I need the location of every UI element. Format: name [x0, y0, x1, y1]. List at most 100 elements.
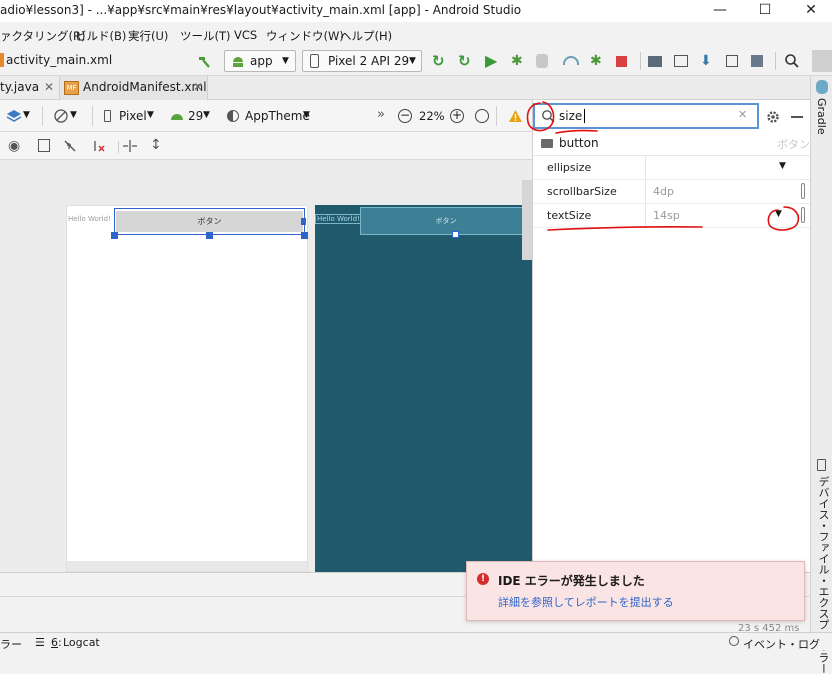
attributes-panel: size ✕ button ボタン ellipsize ▼ scrollbarS… [532, 100, 811, 572]
zoom-out-icon[interactable]: − [398, 109, 412, 123]
stop-icon[interactable] [616, 56, 627, 67]
pack-horizontal-icon[interactable] [122, 139, 138, 153]
attr-row-ellipsize[interactable]: ellipsize ▼ [533, 156, 811, 180]
logcat-number: 6 [51, 636, 58, 649]
menu-help[interactable]: ヘルプ(H) [340, 28, 392, 44]
warning-icon[interactable] [508, 109, 523, 123]
align-vertical-icon[interactable]: ↕ [150, 137, 162, 153]
hello-world-text[interactable]: Hello World! [68, 215, 111, 223]
attr-value-field[interactable]: 4dp [645, 180, 773, 203]
chevron-down-icon: ▼ [147, 110, 154, 120]
attr-value-field[interactable] [645, 156, 773, 179]
resize-handle[interactable] [301, 232, 308, 239]
report-link[interactable]: 詳細を参照してレポートを提出する [498, 594, 674, 610]
menu-tools[interactable]: ツール(T) [180, 28, 231, 44]
error-notification[interactable]: ! IDE エラーが発生しました 詳細を参照してレポートを提出する [466, 561, 805, 621]
hammer-icon[interactable] [196, 53, 212, 69]
autoconnect-off-icon[interactable] [63, 139, 77, 153]
clear-constraints-icon[interactable] [92, 139, 106, 153]
device-selector[interactable]: Pixel [119, 109, 147, 123]
close-tab-icon[interactable]: ✕ [44, 76, 54, 99]
blueprint-button[interactable]: ボタン [360, 207, 532, 235]
attach-debugger-icon[interactable]: ✱ [590, 53, 606, 69]
attr-name: ellipsize [547, 161, 592, 174]
run-icon[interactable]: ▶ [485, 53, 501, 69]
debug-icon[interactable]: ✱ [511, 53, 527, 69]
zoom-in-icon[interactable]: + [450, 109, 464, 123]
menu-vcs[interactable]: VCS [234, 28, 257, 42]
user-avatar[interactable] [812, 50, 832, 72]
manifest-file-icon: MF [64, 81, 79, 95]
run-config-combo[interactable]: app ▼ [224, 50, 296, 72]
logcat-tab[interactable]: Logcat [63, 636, 100, 649]
clear-search-icon[interactable]: ✕ [738, 108, 747, 121]
resize-handle[interactable] [206, 232, 213, 239]
minimize-button[interactable]: — [705, 0, 735, 22]
layers-icon[interactable] [6, 109, 22, 123]
apply-changes-icon[interactable]: ↻ [432, 53, 448, 69]
constraint-anchor[interactable] [301, 218, 306, 225]
resize-handle[interactable] [111, 232, 118, 239]
overflow-button[interactable]: » [377, 107, 385, 122]
list-icon: ☰ [35, 636, 45, 649]
close-tab-icon[interactable]: ✕ [193, 76, 203, 99]
selected-button[interactable]: ボタン [111, 208, 308, 239]
toolbar-divider [118, 141, 119, 153]
theme-icon [227, 110, 239, 122]
chevron-down-icon: ▼ [282, 56, 289, 66]
close-button[interactable]: ✕ [796, 0, 826, 22]
editor-tabs: ty.java ✕ MF AndroidManifest.xml ✕ [0, 76, 832, 100]
canvas-scrollbar[interactable] [522, 180, 532, 260]
design-surface[interactable]: Hello World! ボタン [66, 205, 308, 572]
blueprint-hello-world[interactable]: Hello World! [315, 214, 362, 224]
chevron-down-icon[interactable]: ▼ [775, 209, 782, 219]
chevron-down-icon: ▼ [70, 110, 77, 120]
maximize-button[interactable]: ☐ [750, 0, 780, 22]
tab-androidmanifest[interactable]: MF AndroidManifest.xml ✕ [60, 76, 208, 100]
project-structure-icon[interactable] [751, 55, 763, 67]
theme-selector[interactable]: AppTheme [245, 109, 310, 123]
breadcrumb-file[interactable]: activity_main.xml [6, 53, 112, 67]
minimize-panel-icon[interactable] [791, 116, 803, 118]
zoom-fit-icon[interactable] [475, 109, 489, 123]
tab-mainactivity-java[interactable]: ty.java ✕ [0, 76, 60, 100]
margin-icon[interactable] [38, 139, 50, 152]
toolbar-divider [640, 52, 641, 70]
resource-picker-icon[interactable] [801, 183, 805, 199]
resize-handle[interactable] [452, 231, 459, 238]
device-manager-icon[interactable] [726, 55, 738, 67]
api-level-selector[interactable]: 29 [188, 109, 203, 123]
attr-row-textsize[interactable]: textSize 14sp ▼ [533, 204, 811, 228]
android-api-icon [171, 114, 183, 120]
gear-icon[interactable] [766, 110, 780, 124]
search-icon[interactable] [784, 53, 800, 69]
window-title: adio¥lesson3] - ...¥app¥src¥main¥res¥lay… [0, 3, 522, 17]
blueprint-surface[interactable]: Hello World! ボタン [315, 205, 532, 572]
gradle-tab[interactable]: Gradle [815, 98, 828, 135]
eye-icon[interactable]: ◉ [8, 138, 20, 154]
menu-window[interactable]: ウィンドウ(W) [266, 28, 344, 44]
toolbar-divider [42, 106, 43, 126]
device-combo[interactable]: Pixel 2 API 29 ▼ [302, 50, 422, 72]
attributes-search-field[interactable]: size ✕ [533, 103, 759, 129]
orientation-icon[interactable] [53, 108, 69, 124]
attr-name: textSize [547, 209, 592, 222]
constraint-toolbar: ◉ ↕ [0, 132, 532, 160]
menu-build[interactable]: ビルド(B) [75, 28, 126, 44]
profile-icon[interactable] [563, 56, 579, 65]
attr-value-field[interactable]: 14sp [645, 204, 773, 227]
sync-project-icon[interactable] [648, 56, 662, 67]
sdk-manager-icon[interactable]: ⬇ [700, 53, 716, 69]
menu-run[interactable]: 実行(U) [128, 28, 168, 44]
menu-refactor[interactable]: ァクタリング(R) [0, 28, 86, 44]
chevron-down-icon[interactable]: ▼ [779, 161, 786, 171]
attr-row-scrollbarsize[interactable]: scrollbarSize 4dp [533, 180, 811, 204]
avd-manager-icon[interactable] [674, 55, 688, 67]
coverage-icon[interactable] [536, 54, 548, 68]
design-canvas[interactable]: Hello World! ボタン Hello World! ボタン [0, 160, 532, 572]
apply-code-changes-icon[interactable]: ↻ [458, 53, 474, 69]
text-caret [584, 109, 585, 123]
title-bar: adio¥lesson3] - ...¥app¥src¥main¥res¥lay… [0, 0, 832, 22]
search-icon [542, 110, 555, 123]
resource-picker-icon[interactable] [801, 207, 805, 223]
